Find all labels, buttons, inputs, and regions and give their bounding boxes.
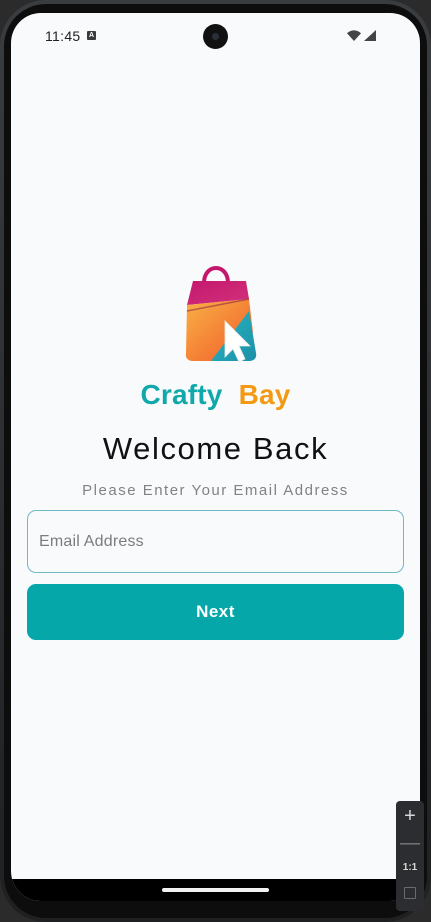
zoom-in-button[interactable]: + (396, 804, 424, 828)
next-button[interactable]: Next (27, 584, 404, 640)
email-field[interactable] (27, 510, 404, 573)
brand-bay: Bay (238, 379, 291, 410)
device-frame: 11:45 A Crafty Bay Welcome Back Please E… (0, 0, 431, 922)
zoom-out-button[interactable]: — (396, 831, 424, 855)
navigation-bar (11, 879, 420, 901)
signal-icon (364, 30, 376, 41)
app-screen: 11:45 A Crafty Bay Welcome Back Please E… (11, 13, 420, 901)
page-subtitle: Please Enter Your Email Address (82, 482, 349, 499)
shopping-bag-cursor-logo (171, 253, 261, 367)
emulator-controls: + — 1:1 (396, 801, 424, 911)
brand-name: Crafty Bay (11, 379, 420, 411)
status-bar: 11:45 A (11, 13, 420, 57)
status-time: 11:45 (45, 28, 81, 44)
front-camera (203, 24, 228, 49)
brand-crafty: Crafty (140, 379, 223, 410)
fit-screen-button[interactable] (396, 885, 424, 901)
page-title: Welcome Back (102, 431, 329, 466)
a-letter-icon: A (87, 31, 96, 40)
actual-size-button[interactable]: 1:1 (396, 860, 424, 876)
home-indicator[interactable] (162, 888, 269, 892)
fit-screen-icon (404, 887, 416, 899)
wifi-icon (347, 30, 361, 41)
